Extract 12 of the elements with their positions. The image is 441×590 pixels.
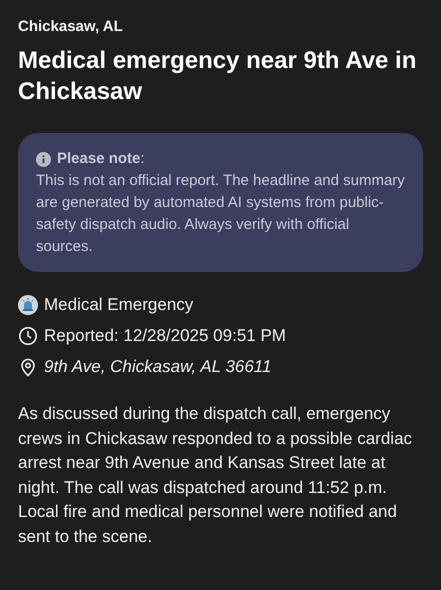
category-label: Medical Emergency [44,294,194,316]
reported-time: Reported: 12/28/2025 09:51 PM [44,325,286,347]
summary-paragraph: As discussed during the dispatch call, emergency crews in Chickasaw responded to a possible cardiac arrest near 9th Avenue and Kansas Street late at night. The call was dispatched around 11:52 p.m. Local fire and medical personnel were notified and sent to the scene. [18,403,414,548]
clock-icon [18,326,38,346]
location-label: Chickasaw, AL [18,18,124,35]
siren-icon [18,295,38,315]
notice-text: This is not an official report. The headline and summary are generated by automated AI systems from public-safety dispatch audio. Always verify with official sources. [36,171,405,257]
address-text: 9th Ave, Chickasaw, AL 36611 [44,356,272,378]
notice-heading: Please note: [57,149,145,169]
map-pin-icon [18,357,38,377]
info-icon [36,152,51,166]
headline: Medical emergency near 9th Ave in Chickasaw [18,46,418,107]
